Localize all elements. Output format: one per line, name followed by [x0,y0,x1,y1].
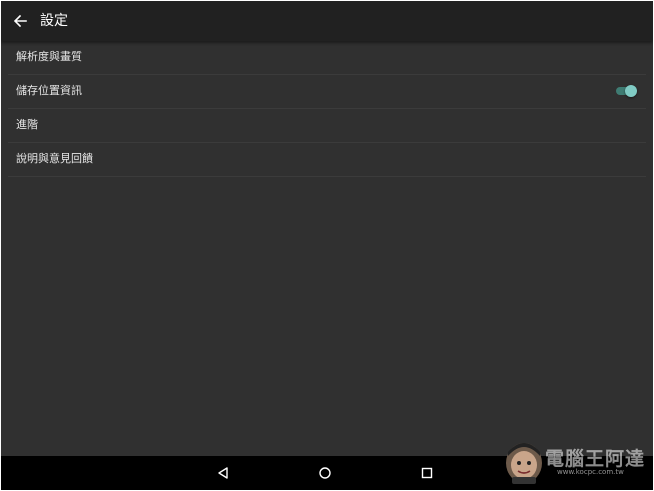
toggle-thumb [625,85,637,97]
watermark-text: 電腦王阿達 [545,448,646,470]
nav-back-button[interactable] [214,464,232,482]
home-circle-icon [319,467,331,479]
app-bar: 設定 [1,1,653,41]
page-title: 設定 [40,13,68,29]
setting-label: 儲存位置資訊 [16,84,82,97]
nav-recents-button[interactable] [418,464,436,482]
recents-square-icon [421,467,433,479]
save-location-toggle[interactable] [614,84,638,98]
mascot-avatar-icon [506,443,542,484]
setting-label: 進階 [16,118,38,131]
watermark: 電腦王阿達 www.kocpc.com.tw [501,434,651,488]
back-triangle-icon [218,467,228,479]
screen: 設定 解析度與畫質 儲存位置資訊 進階 說明與意見回饋 電腦王阿達 www.ko… [1,1,653,490]
arrow-back-icon [13,14,27,28]
back-button[interactable] [9,9,31,33]
setting-resolution-quality[interactable]: 解析度與畫質 [8,41,646,75]
setting-label: 解析度與畫質 [16,50,82,63]
setting-label: 說明與意見回饋 [16,152,93,165]
setting-save-location[interactable]: 儲存位置資訊 [8,75,646,109]
setting-help-feedback[interactable]: 說明與意見回饋 [8,143,646,177]
nav-home-button[interactable] [316,464,334,482]
setting-advanced[interactable]: 進階 [8,109,646,143]
settings-list: 解析度與畫質 儲存位置資訊 進階 說明與意見回饋 [1,41,653,177]
watermark-url: www.kocpc.com.tw [557,468,624,476]
